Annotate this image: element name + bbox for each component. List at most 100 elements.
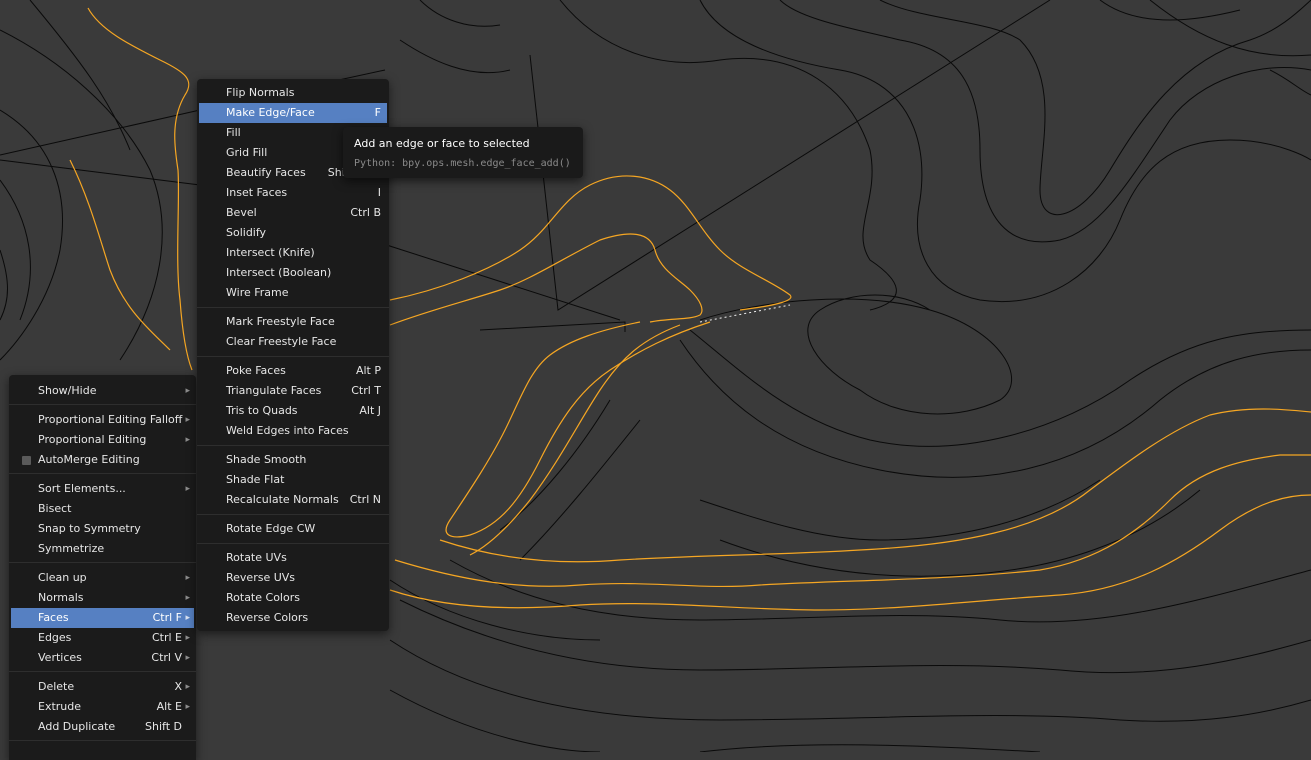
menu-separator — [197, 445, 389, 446]
menu-item-label: Shade Flat — [226, 473, 285, 486]
menu-item-intersect-knife[interactable]: Intersect (Knife) — [199, 243, 387, 263]
menu-item-proportional-editing-falloff[interactable]: Proportional Editing Falloff ▸ — [11, 410, 194, 430]
menu-item-reverse-colors[interactable]: Reverse Colors — [199, 608, 387, 628]
menu-separator — [9, 740, 196, 741]
submenu-arrow-icon: ▸ — [185, 613, 190, 623]
menu-item-reverse-uvs[interactable]: Reverse UVs — [199, 568, 387, 588]
menu-item-solidify[interactable]: Solidify — [199, 223, 387, 243]
menu-separator — [197, 307, 389, 308]
menu-item-shade-flat[interactable]: Shade Flat — [199, 470, 387, 490]
menu-item-delete[interactable]: Delete X ▸ — [11, 677, 194, 697]
menu-item-bisect[interactable]: Bisect — [11, 499, 194, 519]
menu-item-shortcut: Alt E — [156, 700, 182, 713]
menu-item-label: Add Duplicate — [38, 720, 116, 733]
menu-item-label: Reverse UVs — [226, 571, 296, 584]
menu-item-poke-faces[interactable]: Poke Faces Alt P — [199, 361, 387, 381]
menu-item-vertices[interactable]: Vertices Ctrl V ▸ — [11, 648, 194, 668]
menu-item-label: Weld Edges into Faces — [226, 424, 349, 437]
menu-item-shortcut: Ctrl T — [351, 384, 381, 397]
menu-item-label: Extrude — [38, 700, 82, 713]
menu-item-label: Rotate Edge CW — [226, 522, 316, 535]
menu-item-bevel[interactable]: Bevel Ctrl B — [199, 203, 387, 223]
menu-item-label: Normals — [38, 591, 84, 604]
menu-item-symmetrize[interactable]: Symmetrize — [11, 539, 194, 559]
menu-item-rotate-edge-cw[interactable]: Rotate Edge CW — [199, 519, 387, 539]
submenu-arrow-icon: ▸ — [185, 435, 190, 445]
menu-item-label: Edges — [38, 631, 72, 644]
menu-item-make-edge-face[interactable]: Make Edge/Face F — [199, 103, 387, 123]
menu-item-label: AutoMerge Editing — [38, 453, 140, 466]
menu-item-label: Make Edge/Face — [226, 106, 315, 119]
menu-item-label: Bisect — [38, 502, 72, 515]
menu-item-label: Sort Elements... — [38, 482, 126, 495]
menu-item-triangulate-faces[interactable]: Triangulate Faces Ctrl T — [199, 381, 387, 401]
menu-item-edges[interactable]: Edges Ctrl E ▸ — [11, 628, 194, 648]
menu-item-label: Wire Frame — [226, 286, 289, 299]
mesh-specials-menu: Show/Hide ▸ Proportional Editing Falloff… — [9, 375, 196, 760]
menu-separator — [9, 562, 196, 563]
menu-item-label: Intersect (Knife) — [226, 246, 315, 259]
menu-item-label: Fill — [226, 126, 241, 139]
menu-item-label: Proportional Editing — [38, 433, 147, 446]
menu-item-snap-to-symmetry[interactable]: Snap to Symmetry — [11, 519, 194, 539]
menu-item-label: Intersect (Boolean) — [226, 266, 332, 279]
submenu-arrow-icon: ▸ — [185, 415, 190, 425]
menu-item-label: Rotate Colors — [226, 591, 300, 604]
menu-item-shortcut: Ctrl F — [152, 611, 182, 624]
submenu-arrow-icon: ▸ — [185, 386, 190, 396]
menu-item-label: Poke Faces — [226, 364, 286, 377]
menu-item-label: Clear Freestyle Face — [226, 335, 337, 348]
menu-item-weld-edges-into-faces[interactable]: Weld Edges into Faces — [199, 421, 387, 441]
menu-separator — [9, 404, 196, 405]
menu-item-shortcut: X — [174, 680, 182, 693]
menu-item-label: Grid Fill — [226, 146, 268, 159]
menu-item-inset-faces[interactable]: Inset Faces I — [199, 183, 387, 203]
submenu-arrow-icon: ▸ — [185, 484, 190, 494]
menu-item-shortcut: Ctrl E — [151, 631, 182, 644]
menu-item-sort-elements[interactable]: Sort Elements... ▸ — [11, 479, 194, 499]
menu-item-label: Reverse Colors — [226, 611, 309, 624]
menu-item-flip-normals[interactable]: Flip Normals — [199, 83, 387, 103]
menu-item-label: Snap to Symmetry — [38, 522, 141, 535]
menu-item-normals[interactable]: Normals ▸ — [11, 588, 194, 608]
menu-item-shortcut: Ctrl V — [151, 651, 182, 664]
menu-separator — [197, 356, 389, 357]
menu-separator — [9, 671, 196, 672]
menu-item-shortcut: I — [377, 186, 381, 199]
menu-item-shortcut: Ctrl N — [349, 493, 381, 506]
menu-item-label: Symmetrize — [38, 542, 105, 555]
menu-item-label: Triangulate Faces — [226, 384, 322, 397]
menu-item-label: Show/Hide — [38, 384, 97, 397]
checkbox-icon[interactable] — [22, 456, 31, 465]
menu-item-faces[interactable]: Faces Ctrl F ▸ — [11, 608, 194, 628]
menu-item-wire-frame[interactable]: Wire Frame — [199, 283, 387, 303]
submenu-arrow-icon: ▸ — [185, 633, 190, 643]
menu-item-label: Recalculate Normals — [226, 493, 339, 506]
menu-item-label: Delete — [38, 680, 75, 693]
menu-item-label: Flip Normals — [226, 86, 295, 99]
menu-item-label: Inset Faces — [226, 186, 288, 199]
menu-item-recalculate-normals[interactable]: Recalculate Normals Ctrl N — [199, 490, 387, 510]
menu-item-proportional-editing[interactable]: Proportional Editing ▸ — [11, 430, 194, 450]
menu-item-label: Rotate UVs — [226, 551, 287, 564]
menu-item-automerge-editing[interactable]: AutoMerge Editing — [11, 450, 194, 470]
menu-item-label: Mark Freestyle Face — [226, 315, 335, 328]
menu-item-label: Clean up — [38, 571, 87, 584]
menu-item-label: Proportional Editing Falloff — [38, 413, 183, 426]
menu-item-tris-to-quads[interactable]: Tris to Quads Alt J — [199, 401, 387, 421]
menu-item-show-hide[interactable]: Show/Hide ▸ — [11, 381, 194, 401]
operator-tooltip: Add an edge or face to selected Python: … — [343, 127, 583, 178]
menu-item-shade-smooth[interactable]: Shade Smooth — [199, 450, 387, 470]
submenu-arrow-icon: ▸ — [185, 593, 190, 603]
menu-item-add-duplicate[interactable]: Add Duplicate Shift D — [11, 717, 194, 737]
menu-item-clear-freestyle-face[interactable]: Clear Freestyle Face — [199, 332, 387, 352]
menu-item-intersect-boolean[interactable]: Intersect (Boolean) — [199, 263, 387, 283]
menu-item-extrude[interactable]: Extrude Alt E ▸ — [11, 697, 194, 717]
tooltip-title: Add an edge or face to selected — [354, 137, 530, 150]
menu-item-clean-up[interactable]: Clean up ▸ — [11, 568, 194, 588]
menu-item-rotate-uvs[interactable]: Rotate UVs — [199, 548, 387, 568]
menu-item-shortcut: Ctrl B — [350, 206, 381, 219]
menu-item-label: Shade Smooth — [226, 453, 307, 466]
menu-item-rotate-colors[interactable]: Rotate Colors — [199, 588, 387, 608]
menu-item-mark-freestyle-face[interactable]: Mark Freestyle Face — [199, 312, 387, 332]
